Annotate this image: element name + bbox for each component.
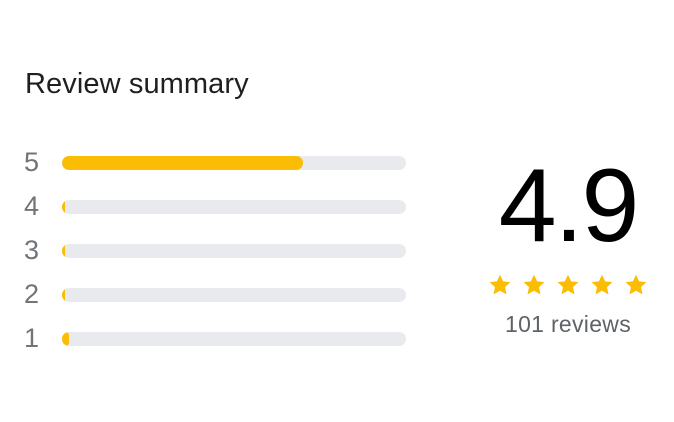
review-count-link[interactable]: 101 reviews: [470, 310, 666, 338]
average-rating: 4.9: [498, 148, 640, 264]
star-icon: [521, 272, 547, 298]
rating-row-5[interactable]: 5: [24, 143, 408, 187]
review-summary-title: Review summary: [25, 68, 249, 100]
rating-row-3[interactable]: 3: [24, 231, 408, 275]
star-icon: [623, 272, 649, 298]
rating-row-2[interactable]: 2: [24, 275, 408, 319]
rating-bar-fill: [62, 244, 65, 258]
rating-bar-track: [62, 288, 406, 302]
rating-bar-track: [62, 156, 406, 170]
rating-label: 5: [24, 147, 40, 177]
rating-distribution: 5 4 3 2 1: [24, 143, 408, 363]
rating-bar-fill: [62, 156, 303, 170]
star-icon: [555, 272, 581, 298]
rating-bar-track: [62, 332, 406, 346]
star-icon: [589, 272, 615, 298]
star-icon: [487, 272, 513, 298]
rating-bar-track: [62, 200, 406, 214]
rating-row-1[interactable]: 1: [24, 319, 408, 363]
rating-label: 4: [24, 191, 40, 221]
rating-label: 1: [24, 323, 40, 353]
rating-bar-fill: [62, 288, 65, 302]
star-rating: [470, 272, 666, 298]
rating-summary: 4.9 101 reviews: [470, 150, 666, 338]
rating-label: 3: [24, 235, 40, 265]
rating-bar-fill: [62, 200, 65, 214]
rating-bar-track: [62, 244, 406, 258]
rating-row-4[interactable]: 4: [24, 187, 408, 231]
rating-label: 2: [24, 279, 40, 309]
rating-bar-fill: [62, 332, 69, 346]
